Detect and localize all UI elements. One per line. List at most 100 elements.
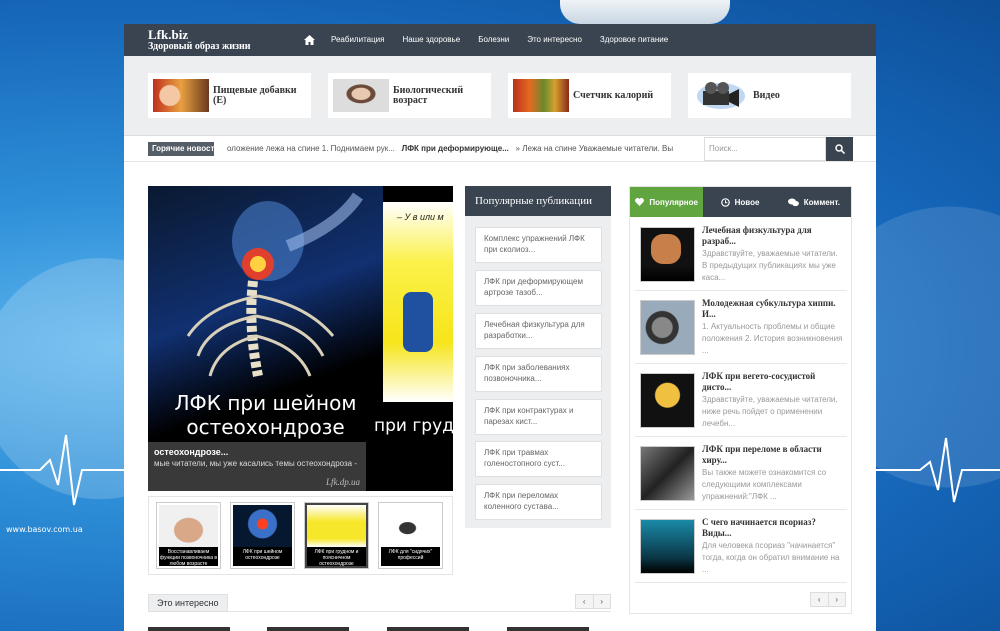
background-figure bbox=[560, 0, 730, 24]
category-calorie-counter[interactable]: Счетчик калорий bbox=[508, 73, 671, 118]
nav-item-our-health[interactable]: Наше здоровье bbox=[393, 24, 469, 56]
post-thumb-edge bbox=[148, 627, 230, 631]
popular-item[interactable]: ЛФК при контрактурах и парезах кист... bbox=[475, 399, 602, 435]
category-food-additives[interactable]: Пищевые добавки (Е) bbox=[148, 73, 311, 118]
background-watermark: www.basov.com.ua bbox=[6, 525, 83, 534]
ticker-separator: » bbox=[515, 144, 520, 153]
slide-image-cartoon: – У в или м bbox=[383, 186, 453, 491]
post-thumbnail[interactable] bbox=[640, 446, 695, 501]
ticker-item[interactable]: Лежа на спине Уважаемые читатели. Вы bbox=[522, 144, 673, 153]
tab-label: Коммент. bbox=[803, 197, 840, 207]
slide-title[interactable]: остеохондрозе... bbox=[154, 447, 360, 458]
main-menu: Реабилитация Наше здоровье Болезни Это и… bbox=[296, 24, 677, 56]
hot-news-label: Горячие новости bbox=[148, 142, 214, 156]
popular-item[interactable]: ЛФК при переломах коленного сустава... bbox=[475, 484, 602, 520]
spine-image bbox=[233, 505, 292, 547]
category-biological-age[interactable]: Биологический возраст bbox=[328, 73, 491, 118]
search-input[interactable]: Поиск... bbox=[704, 137, 826, 161]
tab-new[interactable]: Новое bbox=[703, 187, 776, 217]
category-label: Видео bbox=[753, 89, 780, 101]
heart-icon bbox=[635, 198, 645, 206]
thumbnail-3-active[interactable]: ЛФК при грудном и поясничном остеохондро… bbox=[304, 502, 369, 569]
nav-item-healthy-food[interactable]: Здоровое питание bbox=[591, 24, 677, 56]
post-title[interactable]: ЛФК при переломе в области хиру... bbox=[702, 444, 845, 466]
post-thumbnail[interactable] bbox=[640, 300, 695, 355]
prev-button[interactable]: ‹ bbox=[811, 593, 828, 606]
cartoon-image bbox=[307, 505, 366, 547]
home-icon[interactable] bbox=[296, 24, 322, 56]
nav-item-interesting[interactable]: Это интересно bbox=[518, 24, 591, 56]
post-title[interactable]: С чего начинается псориаз? Виды... bbox=[702, 517, 845, 539]
category-label: Счетчик калорий bbox=[573, 89, 654, 101]
next-button[interactable]: › bbox=[827, 593, 846, 606]
post-title[interactable]: Лечебная физкультура для разраб... bbox=[702, 225, 845, 247]
category-strip: Пищевые добавки (Е) Биологический возрас… bbox=[124, 56, 876, 136]
post-thumbnail[interactable] bbox=[640, 519, 695, 574]
tab-comments[interactable]: Коммент. bbox=[777, 187, 851, 217]
food-plate-image bbox=[513, 79, 569, 112]
prev-button[interactable]: ‹ bbox=[576, 595, 593, 608]
post-thumb-edge bbox=[507, 627, 589, 631]
tab-post-item[interactable]: ЛФК при вегето-сосудистой дисто... Здрав… bbox=[635, 367, 847, 437]
post-excerpt: Вы также можете ознакомится со следующим… bbox=[702, 468, 827, 501]
thumbnail-caption: ЛФК при шейном остеохондрозе bbox=[233, 547, 292, 566]
post-excerpt: Для человека псориаз "начинается" тогда,… bbox=[702, 541, 840, 574]
slide-main-caption: ЛФК при шейном остеохондрозе bbox=[174, 391, 357, 439]
interesting-label: Это интересно bbox=[148, 594, 228, 612]
thumbnail-4[interactable]: ЛФК для "сидячих" профессий bbox=[378, 502, 443, 569]
post-thumb-edge bbox=[267, 627, 349, 631]
nav-item-diseases[interactable]: Болезни bbox=[469, 24, 518, 56]
next-button[interactable]: › bbox=[592, 595, 611, 608]
category-label: Биологический возраст bbox=[393, 84, 464, 106]
post-title[interactable]: ЛФК при вегето-сосудистой дисто... bbox=[702, 371, 845, 393]
tab-popular[interactable]: Популярное bbox=[630, 187, 704, 217]
site-container: Lfk.biz Здоровый образ жизни Реабилитаци… bbox=[124, 24, 876, 631]
ticker-text[interactable]: оложение лежа на спине 1. Поднимаем рук.… bbox=[214, 136, 674, 162]
arm-image bbox=[651, 234, 681, 264]
tab-label: Популярное bbox=[649, 197, 698, 207]
site-logo[interactable]: Lfk.biz Здоровый образ жизни bbox=[124, 28, 276, 53]
site-title: Lfk.biz bbox=[148, 26, 189, 42]
slider-thumbnails: Восстанавливаем функции позвоночника в л… bbox=[148, 496, 453, 575]
thumbnail-2[interactable]: ЛФК при шейном остеохондрозе bbox=[230, 502, 295, 569]
post-thumbnail[interactable] bbox=[640, 227, 695, 282]
interesting-pager: ‹ › bbox=[575, 594, 611, 609]
site-subtitle: Здоровый образ жизни bbox=[148, 40, 251, 52]
back-pain-image bbox=[159, 505, 218, 547]
tab-post-item[interactable]: Лечебная физкультура для разраб... Здрав… bbox=[635, 221, 847, 291]
slide-watermark: Lfk.dp.ua bbox=[325, 477, 360, 487]
featured-slider[interactable]: – У в или м ЛФК при шейном остеохондрозе… bbox=[148, 186, 453, 491]
stretching-image bbox=[381, 505, 440, 547]
cartoon-speech-text: – У в или м bbox=[397, 212, 444, 222]
popular-item[interactable]: ЛФК при травмах голеностопного суст... bbox=[475, 441, 602, 477]
thumbnail-1[interactable]: Восстанавливаем функции позвоночника в л… bbox=[156, 502, 221, 569]
popular-item[interactable]: ЛФК при заболеваниях позвоночника... bbox=[475, 356, 602, 392]
ticker-item-bold[interactable]: ЛФК при деформирующе... bbox=[402, 144, 509, 153]
tab-post-item[interactable]: Молодежная субкультура хиппи. И... 1. Ак… bbox=[635, 294, 847, 364]
tab-post-item[interactable]: ЛФК при переломе в области хиру... Вы та… bbox=[635, 440, 847, 510]
popular-item[interactable]: ЛФК при деформирующем артрозе тазоб... bbox=[475, 270, 602, 306]
nav-item-rehabilitation[interactable]: Реабилитация bbox=[322, 24, 393, 56]
film-camera-icon bbox=[693, 79, 749, 112]
popular-item[interactable]: Лечебная физкультура для разработки... bbox=[475, 313, 602, 349]
popular-publications-widget: Популярные публикации Комплекс упражнени… bbox=[465, 186, 611, 528]
interesting-section-header: Это интересно ‹ › bbox=[148, 592, 611, 612]
thumbnail-caption: Восстанавливаем функции позвоночника в л… bbox=[159, 547, 218, 566]
search-button[interactable] bbox=[826, 137, 853, 161]
woman-portrait-image bbox=[333, 79, 389, 112]
slide-excerpt: мые читатели, мы уже касались темы остео… bbox=[154, 459, 358, 468]
comments-icon bbox=[787, 198, 799, 206]
cartoon-figure bbox=[403, 292, 433, 352]
thumbnail-caption: ЛФК при грудном и поясничном остеохондро… bbox=[307, 547, 366, 566]
category-video[interactable]: Видео bbox=[688, 73, 851, 118]
post-title[interactable]: Молодежная субкультура хиппи. И... bbox=[702, 298, 845, 320]
post-thumbnail[interactable] bbox=[640, 373, 695, 428]
popular-item[interactable]: Комплекс упражнений ЛФК при сколиоз... bbox=[475, 227, 602, 263]
post-excerpt: Здравствуйте, уважаемые читатели, ниже р… bbox=[702, 395, 838, 428]
slide-info-box[interactable]: остеохондрозе... мые читатели, мы уже ка… bbox=[148, 442, 366, 491]
thumbnail-caption: ЛФК для "сидячих" профессий bbox=[381, 547, 440, 566]
tab-post-item[interactable]: С чего начинается псориаз? Виды... Для ч… bbox=[635, 513, 847, 583]
slide-right-caption: при груд с bbox=[374, 416, 453, 436]
ticker-item[interactable]: оложение лежа на спине 1. Поднимаем рук.… bbox=[227, 144, 395, 153]
post-excerpt: Здравствуйте, уважаемые читатели. В пред… bbox=[702, 249, 838, 282]
